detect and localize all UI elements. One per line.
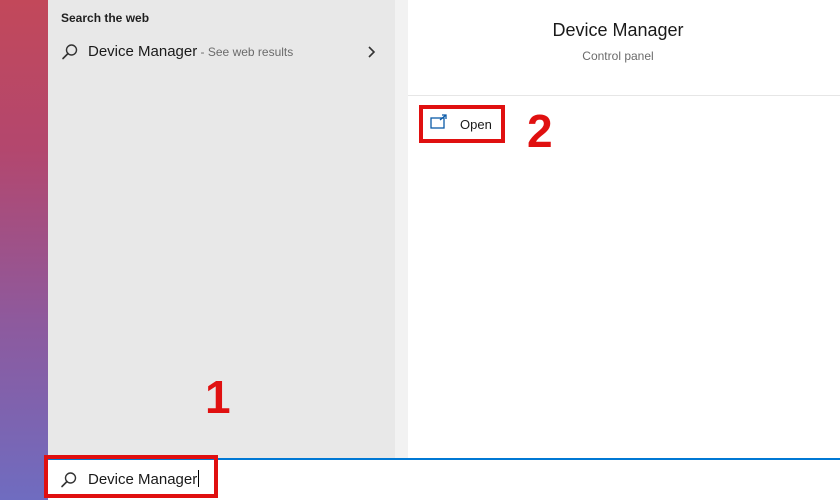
web-result-item[interactable]: Device Manager - See web results — [48, 34, 395, 70]
desktop-wallpaper — [0, 0, 48, 500]
search-icon — [61, 43, 79, 61]
section-header-search-web: Search the web — [61, 11, 150, 25]
annotation-number-1: 1 — [205, 371, 231, 423]
web-result-title: Device Manager - See web results — [88, 43, 293, 60]
pane-divider — [395, 0, 408, 458]
chevron-right-icon[interactable] — [366, 43, 378, 61]
web-result-title-text: Device Manager — [88, 43, 198, 60]
preview-pane: Device Manager Control panel Open — [408, 0, 840, 458]
preview-separator — [408, 95, 840, 96]
preview-title: Device Manager — [552, 20, 684, 40]
annotation-number-2: 2 — [527, 105, 553, 157]
preview-subtitle: Control panel — [582, 49, 654, 63]
web-result-subtitle: - See web results — [197, 45, 294, 59]
annotation-box-open — [419, 105, 505, 143]
annotation-box-search — [44, 455, 218, 498]
